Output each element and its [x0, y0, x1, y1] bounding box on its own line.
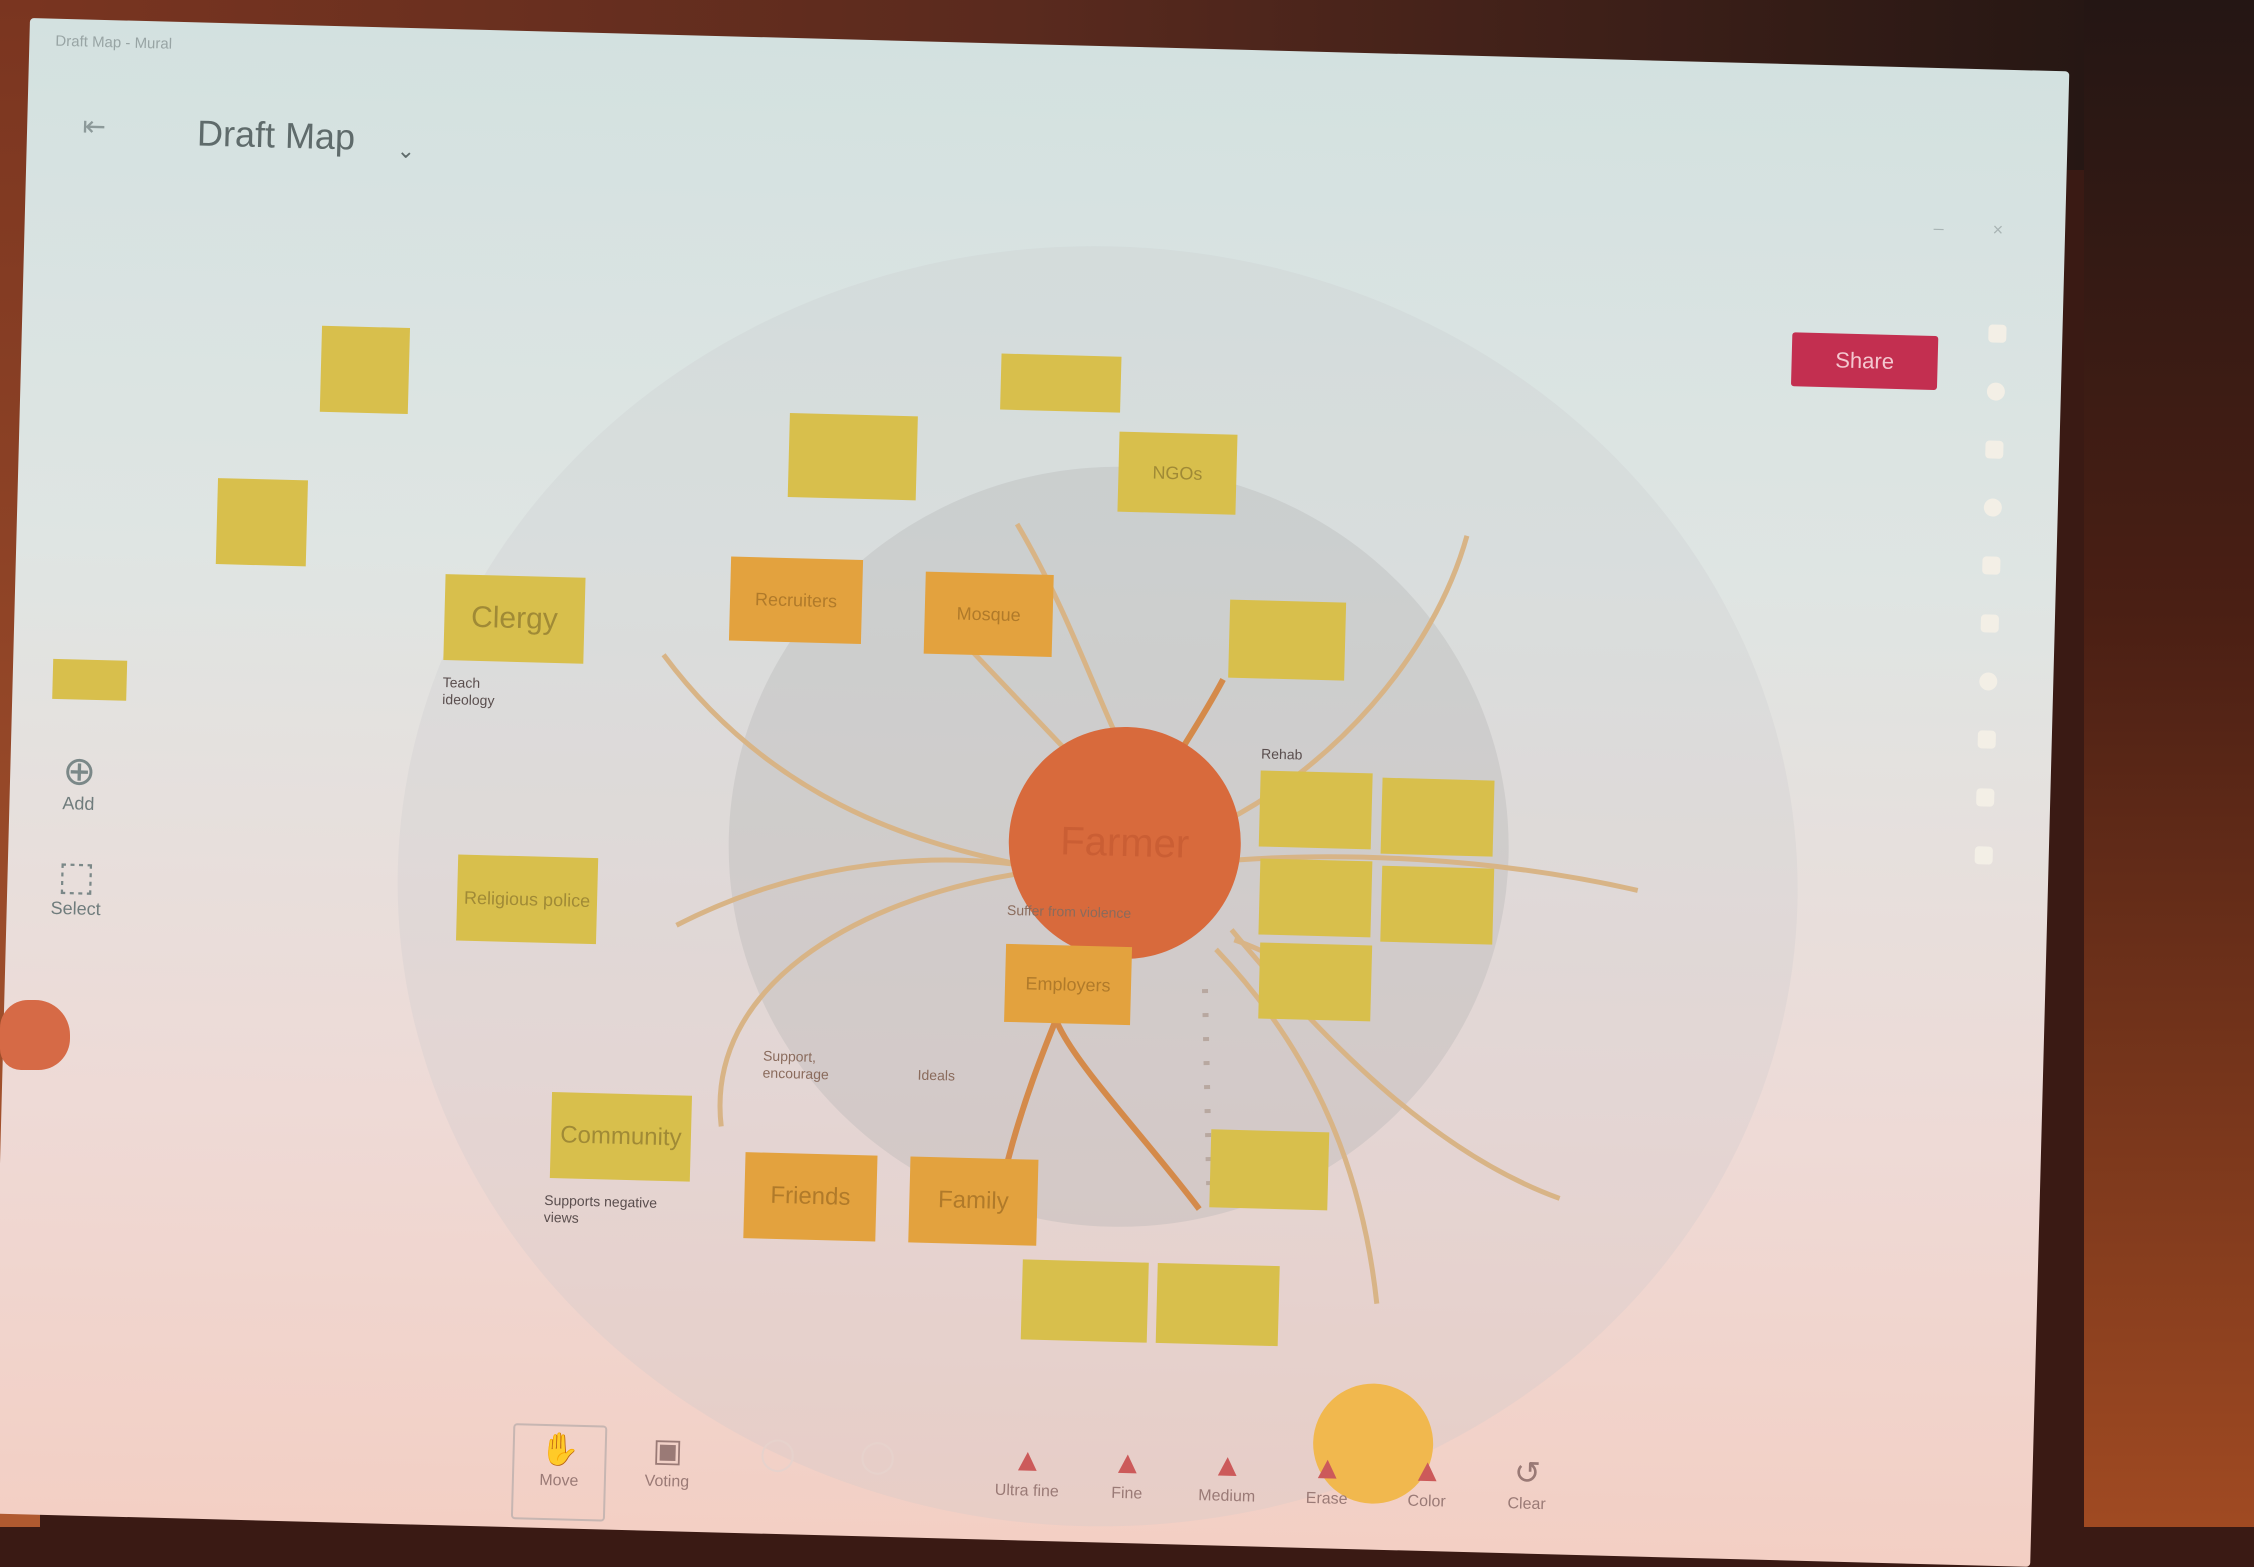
left-toolbar: ⊕ Add ⬚ Select	[31, 748, 122, 960]
color-tool[interactable]: ▲ Color	[1381, 1446, 1473, 1512]
sticky-note-top-center[interactable]	[787, 413, 918, 501]
sticky-note-grid[interactable]	[1380, 777, 1495, 857]
add-tool-label: Add	[62, 793, 95, 814]
move-tool[interactable]: ✋ Move	[510, 1423, 608, 1522]
label-supports-negative-views: Supports negative views	[543, 1191, 658, 1226]
label-rehab: Rehab	[1260, 745, 1303, 763]
pen-medium-label: Medium	[1198, 1487, 1256, 1506]
pen-fine-label: Fine	[1110, 1484, 1143, 1503]
label-teach-ideology: Teach ideology	[442, 674, 495, 709]
erase-tool[interactable]: ▲ Erase	[1281, 1443, 1373, 1509]
plus-circle-icon: ⊕	[61, 749, 97, 794]
sticky-note-blank[interactable]	[215, 478, 308, 567]
sticky-note-community[interactable]: Community	[549, 1092, 693, 1182]
sticky-note-ngos[interactable]: NGOs	[1117, 431, 1238, 515]
note-icon[interactable]	[1985, 440, 2004, 459]
pen-icon: ▲	[1111, 1443, 1144, 1481]
link-community	[717, 871, 1017, 1127]
disabled-tool[interactable]: ◯	[732, 1429, 823, 1477]
hand-icon: ✋	[539, 1430, 581, 1468]
disabled-tool[interactable]: ◯	[832, 1432, 923, 1480]
eraser-icon: ▲	[1311, 1449, 1344, 1486]
sticky-note-employers[interactable]: Employers	[1004, 943, 1133, 1026]
sticky-note-family[interactable]: Family	[908, 1156, 1039, 1246]
circle-icon: ◯	[859, 1437, 897, 1475]
pen-icon: ▲	[1211, 1446, 1244, 1484]
sticky-note-mosque[interactable]: Mosque	[923, 571, 1054, 657]
palette-icon[interactable]	[1976, 788, 1995, 807]
color-drop-icon: ▲	[1411, 1451, 1444, 1489]
circle-icon: ◯	[759, 1434, 797, 1472]
add-tool[interactable]: ⊕ Add	[35, 748, 123, 815]
color-label: Color	[1407, 1492, 1446, 1511]
sticky-note-bottom-left[interactable]	[1020, 1259, 1149, 1343]
label-ideals: Ideals	[917, 1066, 956, 1084]
clear-icon: ↺	[1513, 1454, 1542, 1492]
link-religious-police	[675, 857, 1014, 928]
pen-icon: ▲	[1011, 1441, 1044, 1479]
pen-fine[interactable]: ▲ Fine	[1082, 1438, 1174, 1504]
sticky-note-stack[interactable]	[52, 658, 128, 701]
sticky-note-friends[interactable]: Friends	[743, 1152, 878, 1242]
pen-ultra-fine[interactable]: ▲ Ultra fine	[982, 1435, 1074, 1501]
move-label: Move	[539, 1471, 579, 1490]
projection-wall-right	[2084, 0, 2254, 1527]
voting-tool[interactable]: ▣ Voting	[622, 1426, 714, 1492]
sticky-note-grid[interactable]	[1258, 770, 1373, 850]
sticky-note-grid[interactable]	[1258, 858, 1373, 938]
pen-ultra-fine-label: Ultra fine	[994, 1481, 1060, 1501]
plus-icon[interactable]	[1974, 846, 1993, 865]
erase-label: Erase	[1305, 1489, 1348, 1508]
select-tool[interactable]: ⬚ Select	[32, 853, 120, 920]
app-window: Draft Map - Mural ⇤ Draft Map ⌄ – × Shar…	[0, 18, 2070, 1567]
sticky-note-religious-police[interactable]: Religious police	[455, 854, 599, 945]
voting-label: Voting	[644, 1472, 690, 1491]
sticky-note-top[interactable]	[1000, 353, 1122, 413]
clear-label: Clear	[1507, 1495, 1546, 1514]
label-support-encourage: Support, encourage	[762, 1047, 830, 1083]
page-icon[interactable]	[1988, 324, 2007, 343]
arrow-icon[interactable]	[1977, 730, 1997, 749]
sticky-note-grid[interactable]	[1380, 865, 1495, 945]
select-tool-label: Select	[50, 897, 101, 920]
presenter-hand	[0, 1000, 70, 1070]
sticky-note-right-mid[interactable]	[1209, 1129, 1330, 1211]
chat-icon[interactable]	[1980, 614, 2000, 633]
voting-icon: ▣	[652, 1431, 684, 1469]
sticky-note-bottom-right[interactable]	[1155, 1262, 1280, 1347]
folder-icon[interactable]	[1982, 556, 2001, 575]
clear-tool[interactable]: ↺ Clear	[1481, 1449, 1573, 1515]
heart-icon[interactable]	[1983, 498, 2003, 517]
sticky-note-right-top[interactable]	[1228, 599, 1347, 681]
circle-icon[interactable]	[1979, 672, 1998, 691]
refresh-icon[interactable]	[1986, 382, 2006, 401]
link-clergy	[661, 653, 1019, 867]
select-icon: ⬚	[57, 854, 97, 899]
sticky-note-recruiters[interactable]: Recruiters	[728, 556, 864, 644]
sticky-note-blank[interactable]	[319, 325, 411, 415]
sticky-note-clergy[interactable]: Clergy	[443, 574, 586, 664]
sticky-note-grid[interactable]	[1258, 942, 1373, 1022]
pen-medium[interactable]: ▲ Medium	[1181, 1441, 1273, 1507]
